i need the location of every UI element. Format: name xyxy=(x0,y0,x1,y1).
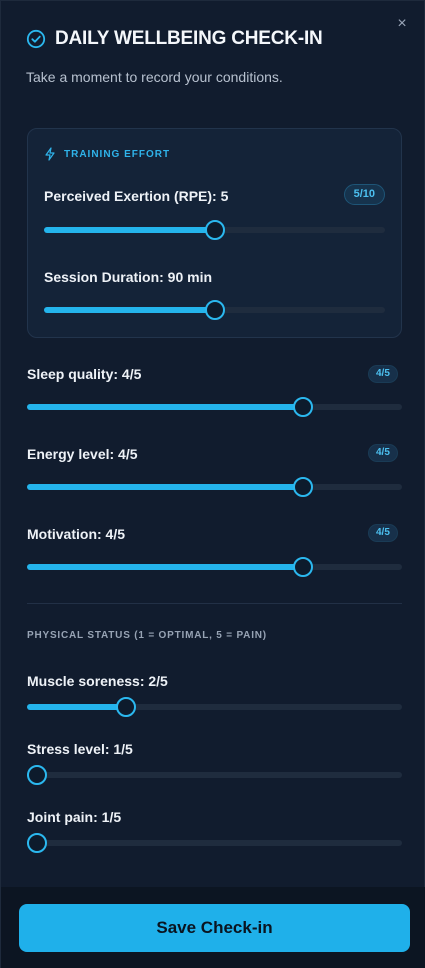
joint-pain-label: Joint pain: 1/5 xyxy=(27,809,122,825)
motivation-badge: 4/5 xyxy=(368,524,398,542)
rpe-slider-fill xyxy=(44,227,215,233)
sleep-quality-badge: 4/5 xyxy=(368,365,398,383)
joint-pain-slider[interactable] xyxy=(27,833,402,853)
stress-level-slider[interactable] xyxy=(27,765,402,785)
rpe-slider[interactable] xyxy=(44,220,385,240)
rpe-label: Perceived Exertion (RPE): 5 xyxy=(44,188,229,204)
close-icon[interactable]: × xyxy=(394,16,410,32)
training-effort-card: TRAINING EFFORT Perceived Exertion (RPE)… xyxy=(27,128,402,338)
stress-level-slider-thumb[interactable] xyxy=(27,765,47,785)
muscle-soreness-label: Muscle soreness: 2/5 xyxy=(27,673,168,689)
muscle-soreness-slider-fill xyxy=(27,704,126,710)
joint-pain-slider-thumb[interactable] xyxy=(27,833,47,853)
training-effort-title: TRAINING EFFORT xyxy=(64,148,171,160)
save-checkin-button[interactable]: Save Check-in xyxy=(19,904,410,952)
sleep-quality-label: Sleep quality: 4/5 xyxy=(27,366,142,382)
physical-status-heading: PHYSICAL STATUS (1 = OPTIMAL, 5 = PAIN) xyxy=(27,630,267,641)
training-effort-header: TRAINING EFFORT xyxy=(44,147,170,161)
sleep-quality-slider-fill xyxy=(27,404,304,410)
muscle-soreness-slider-thumb[interactable] xyxy=(115,697,136,717)
duration-slider[interactable] xyxy=(44,300,385,320)
section-divider xyxy=(27,603,402,604)
checkin-panel: × DAILY WELLBEING CHECK-IN Take a moment… xyxy=(0,0,425,968)
motivation-label: Motivation: 4/5 xyxy=(27,526,126,542)
muscle-soreness-slider[interactable] xyxy=(27,697,402,717)
check-circle-icon xyxy=(26,29,46,49)
energy-level-badge: 4/5 xyxy=(368,444,398,462)
energy-level-label: Energy level: 4/5 xyxy=(27,446,138,462)
sleep-quality-slider[interactable] xyxy=(27,397,402,417)
duration-slider-fill xyxy=(44,307,215,313)
rpe-slider-thumb[interactable] xyxy=(204,220,225,240)
lightning-icon xyxy=(45,147,55,161)
sleep-quality-slider-thumb[interactable] xyxy=(293,397,314,417)
header: DAILY WELLBEING CHECK-IN xyxy=(26,28,323,50)
page-title: DAILY WELLBEING CHECK-IN xyxy=(55,28,323,49)
motivation-slider-thumb[interactable] xyxy=(293,557,314,577)
energy-level-slider[interactable] xyxy=(27,477,402,497)
motivation-slider[interactable] xyxy=(27,557,402,577)
duration-slider-thumb[interactable] xyxy=(204,300,225,320)
motivation-slider-fill xyxy=(27,564,304,570)
stress-level-label: Stress level: 1/5 xyxy=(27,741,133,757)
page-subtitle: Take a moment to record your conditions. xyxy=(26,69,283,85)
energy-level-slider-fill xyxy=(27,484,304,490)
rpe-badge: 5/10 xyxy=(343,184,385,205)
duration-label: Session Duration: 90 min xyxy=(44,269,213,285)
energy-level-slider-thumb[interactable] xyxy=(293,477,314,497)
